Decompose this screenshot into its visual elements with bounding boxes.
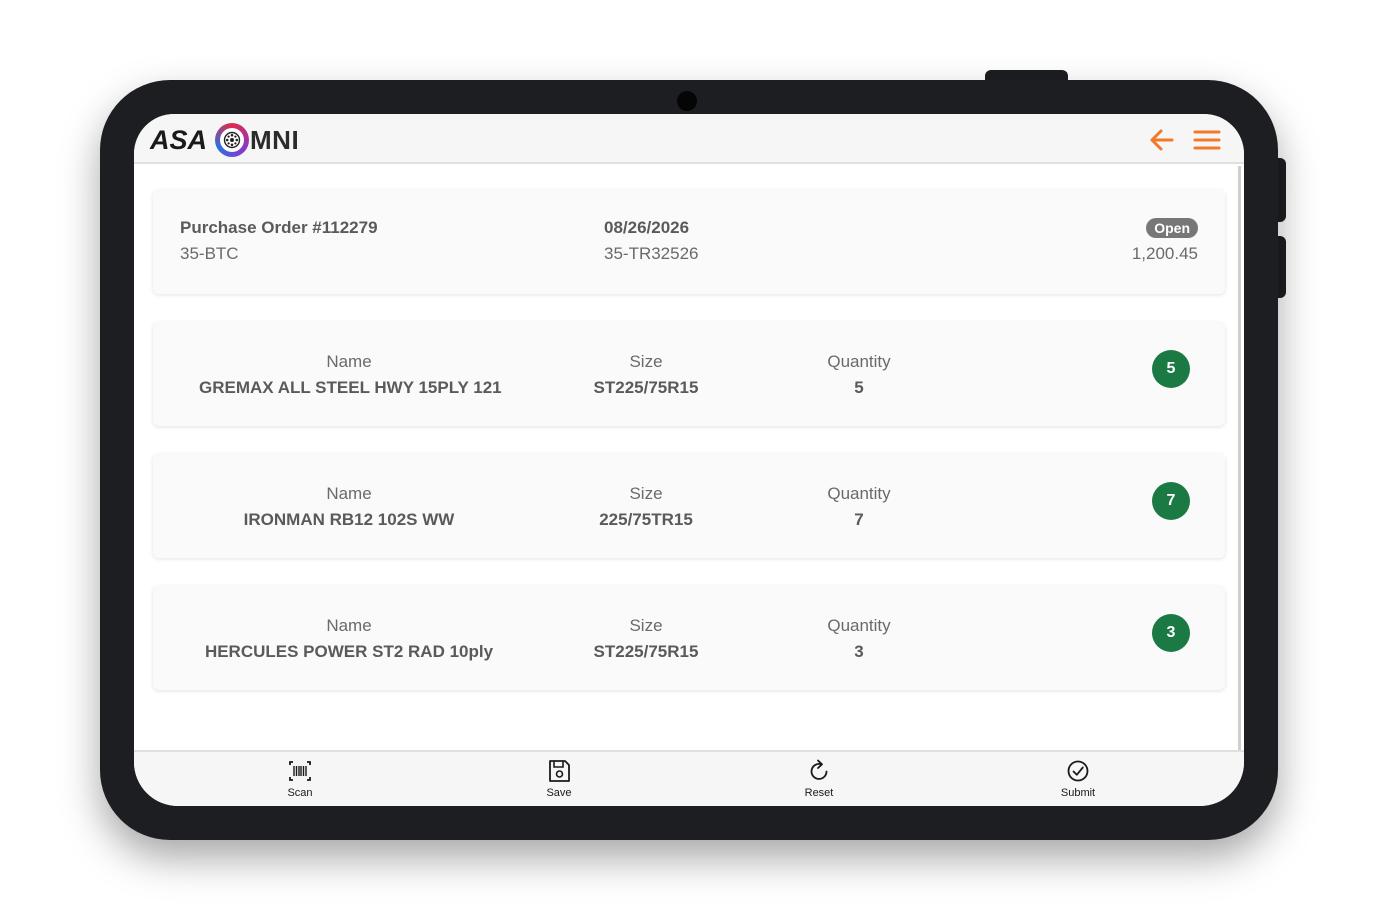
item-name-value: HERCULES POWER ST2 RAD 10ply (204, 642, 494, 661)
item-quantity-column: Quantity 5 (799, 352, 919, 398)
save-button[interactable]: Save (519, 758, 599, 799)
barcode-icon (289, 761, 311, 781)
item-quantity-column: Quantity 7 (799, 484, 919, 530)
status-badge: Open (1146, 218, 1198, 238)
item-name-label: Name (326, 484, 372, 503)
purchase-order-total: 1,200.45 (1131, 244, 1198, 263)
item-name-label: Name (326, 616, 372, 635)
item-quantity-label: Quantity (827, 616, 891, 635)
app-screen: ASA MNI Purchase Order #112279 35-BTC 08… (134, 114, 1244, 806)
item-size-label: Size (629, 352, 663, 371)
refresh-icon (810, 759, 828, 780)
reset-label: Reset (804, 787, 834, 799)
item-name-column: Name IRONMAN RB12 102S WW (199, 484, 499, 530)
item-name-column: Name GREMAX ALL STEEL HWY 15PLY 121 (199, 352, 502, 398)
received-count-badge[interactable]: 3 (1152, 614, 1190, 652)
scan-button[interactable]: Scan (260, 758, 340, 799)
item-quantity-value: 3 (854, 642, 864, 661)
front-camera (677, 91, 697, 111)
item-size-label: Size (629, 616, 663, 635)
check-circle-icon (1067, 760, 1089, 782)
item-name-value: GREMAX ALL STEEL HWY 15PLY 121 (199, 378, 502, 397)
order-content: Purchase Order #112279 35-BTC 08/26/2026… (134, 166, 1244, 750)
purchase-order-title: Purchase Order #112279 (180, 218, 378, 237)
received-count-badge[interactable]: 7 (1152, 482, 1190, 520)
save-label: Save (546, 787, 572, 799)
app-logo: ASA MNI (150, 122, 299, 158)
item-size-column: Size ST225/75R15 (566, 616, 726, 662)
omni-logo-text: MNI (250, 124, 300, 155)
bottom-toolbar: Scan Save Reset Submit (134, 750, 1244, 806)
floppy-disk-icon (549, 760, 570, 782)
item-size-label: Size (629, 484, 663, 503)
line-item-card[interactable]: Name GREMAX ALL STEEL HWY 15PLY 121 Size… (153, 322, 1225, 426)
reset-button[interactable]: Reset (779, 758, 859, 799)
app-header: ASA MNI (134, 114, 1244, 164)
back-arrow-icon[interactable] (1148, 126, 1176, 154)
item-quantity-label: Quantity (827, 484, 891, 503)
item-size-column: Size 225/75TR15 (566, 484, 726, 530)
item-name-column: Name HERCULES POWER ST2 RAD 10ply (199, 616, 499, 662)
line-item-card[interactable]: Name IRONMAN RB12 102S WW Size 225/75TR1… (153, 454, 1225, 558)
purchase-order-card[interactable]: Purchase Order #112279 35-BTC 08/26/2026… (153, 190, 1225, 294)
item-quantity-value: 7 (854, 510, 864, 529)
item-size-value: ST225/75R15 (593, 378, 699, 397)
content-scrollbar[interactable] (1238, 166, 1241, 750)
submit-label: Submit (1060, 787, 1096, 799)
purchase-order-date: 08/26/2026 (604, 218, 690, 237)
item-size-value: 225/75TR15 (599, 510, 693, 529)
tire-logo-icon (215, 123, 250, 157)
submit-button[interactable]: Submit (1038, 758, 1118, 799)
item-quantity-label: Quantity (827, 352, 891, 371)
item-size-value: ST225/75R15 (593, 642, 699, 661)
line-item-card[interactable]: Name HERCULES POWER ST2 RAD 10ply Size S… (153, 586, 1225, 690)
item-name-label: Name (326, 352, 372, 371)
asa-logo-text: ASA (150, 124, 208, 155)
received-count-badge[interactable]: 5 (1152, 350, 1190, 388)
item-quantity-value: 5 (854, 378, 864, 397)
item-quantity-column: Quantity 3 (799, 616, 919, 662)
item-size-column: Size ST225/75R15 (566, 352, 726, 398)
scan-label: Scan (287, 787, 313, 799)
purchase-order-reference: 35-TR32526 (604, 244, 699, 263)
purchase-order-location: 35-BTC (180, 244, 239, 263)
hamburger-menu-icon[interactable] (1192, 126, 1222, 154)
item-name-value: IRONMAN RB12 102S WW (243, 510, 455, 529)
